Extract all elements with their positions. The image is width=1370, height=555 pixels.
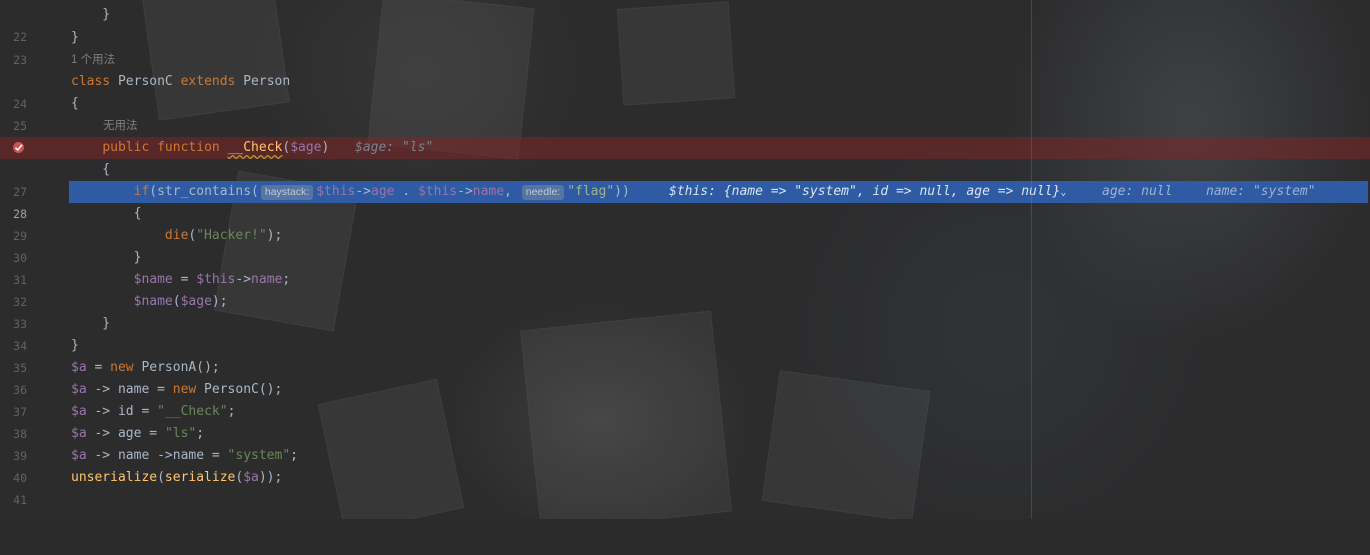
line-code[interactable]: } bbox=[71, 27, 79, 49]
code-line-39[interactable]: 39 $a -> age = "ls"; bbox=[0, 423, 1370, 463]
line-code[interactable]: } bbox=[71, 313, 110, 335]
code-line-27[interactable]: 27 { bbox=[0, 159, 1370, 199]
line-number: 25 bbox=[13, 119, 27, 133]
line-code[interactable]: { bbox=[71, 203, 142, 225]
line-code[interactable]: $name($age); bbox=[71, 291, 228, 313]
line-code[interactable]: { bbox=[71, 159, 110, 181]
code-line-32[interactable]: 32 $name = $this->name; bbox=[0, 269, 1370, 309]
line-code[interactable]: $a -> id = "__Check"; bbox=[71, 401, 235, 423]
code-line-25[interactable]: 25 { bbox=[0, 93, 1370, 133]
code-line-41[interactable]: 41 unserialize(serialize($a)); bbox=[0, 467, 1370, 507]
code-line-30[interactable]: 30 die("Hacker!"); bbox=[0, 225, 1370, 265]
code-line-36[interactable]: 36 $a = new PersonA(); bbox=[0, 357, 1370, 397]
debug-value-age: $age: "ls" bbox=[355, 140, 434, 155]
line-code[interactable]: $a = new PersonA(); bbox=[71, 357, 220, 379]
code-editor[interactable]: 22 } 23 } 1 个用法 24 class PersonC extends… bbox=[0, 0, 1370, 519]
function-name-check: __Check bbox=[227, 140, 283, 155]
line-code[interactable]: } bbox=[71, 4, 110, 26]
code-line-37[interactable]: 37 $a -> name = new PersonC(); bbox=[0, 379, 1370, 419]
line-code[interactable]: if(str_contains(haystack: $this->age . $t… bbox=[71, 181, 630, 203]
code-line-34[interactable]: 34 } bbox=[0, 313, 1370, 353]
inlay-hint-haystack: haystack: bbox=[260, 185, 314, 200]
code-line-29[interactable]: 29 { bbox=[0, 203, 1370, 243]
line-code[interactable]: die("Hacker!"); bbox=[71, 225, 282, 247]
breakpoint-icon[interactable] bbox=[12, 141, 25, 154]
line-number: 41 bbox=[13, 493, 27, 507]
usages-hint[interactable]: 1 个用法 bbox=[71, 49, 115, 71]
code-line-40[interactable]: 40 $a -> name ->name = "system"; bbox=[0, 445, 1370, 485]
line-number: 23 bbox=[13, 53, 27, 67]
code-line-26-breakpoint[interactable]: public function __Check($age) $age: "ls" bbox=[0, 137, 1370, 159]
debug-value-name: name: "system" bbox=[1206, 184, 1316, 199]
line-code[interactable]: $name = $this->name; bbox=[71, 269, 291, 291]
code-line-31[interactable]: 31 } bbox=[0, 247, 1370, 287]
code-line-24[interactable]: 24 class PersonC extends Person bbox=[0, 71, 1370, 111]
line-code[interactable]: $a -> name ->name = "system"; bbox=[71, 445, 298, 467]
extends-keyword: extends bbox=[180, 74, 236, 89]
debug-value-age-null: age: null bbox=[1102, 184, 1173, 199]
class-keyword: class bbox=[71, 74, 111, 89]
no-usages-hint[interactable]: 无用法 bbox=[103, 115, 138, 137]
line-code[interactable]: } bbox=[71, 335, 79, 357]
line-code[interactable]: $a -> name = new PersonC(); bbox=[71, 379, 282, 401]
inlay-hint-needle: needle: bbox=[521, 185, 565, 200]
line-code[interactable]: unserialize(serialize($a)); bbox=[71, 467, 282, 489]
line-code[interactable]: class PersonC extends Person bbox=[71, 71, 290, 93]
code-line-38[interactable]: 38 $a -> id = "__Check"; bbox=[0, 401, 1370, 441]
line-code[interactable]: $a -> age = "ls"; bbox=[71, 423, 204, 445]
chevron-down-icon[interactable]: ⌄ bbox=[1060, 187, 1066, 198]
execution-point-line[interactable]: if(str_contains(haystack: $this->age . $t… bbox=[69, 181, 1368, 203]
debug-value-this[interactable]: $this: {name => "system", id => null, ag… bbox=[669, 181, 1066, 204]
line-code[interactable]: public function __Check($age) bbox=[71, 137, 329, 159]
right-margin-guide bbox=[1031, 0, 1032, 519]
code-line-22[interactable]: 22 } bbox=[0, 4, 1370, 44]
line-code[interactable]: } bbox=[71, 247, 142, 269]
line-code[interactable]: { bbox=[71, 93, 79, 115]
code-line-33[interactable]: 33 $name($age); bbox=[0, 291, 1370, 331]
code-line-23[interactable]: 23 } bbox=[0, 27, 1370, 67]
code-line-35[interactable]: 35 } bbox=[0, 335, 1370, 375]
